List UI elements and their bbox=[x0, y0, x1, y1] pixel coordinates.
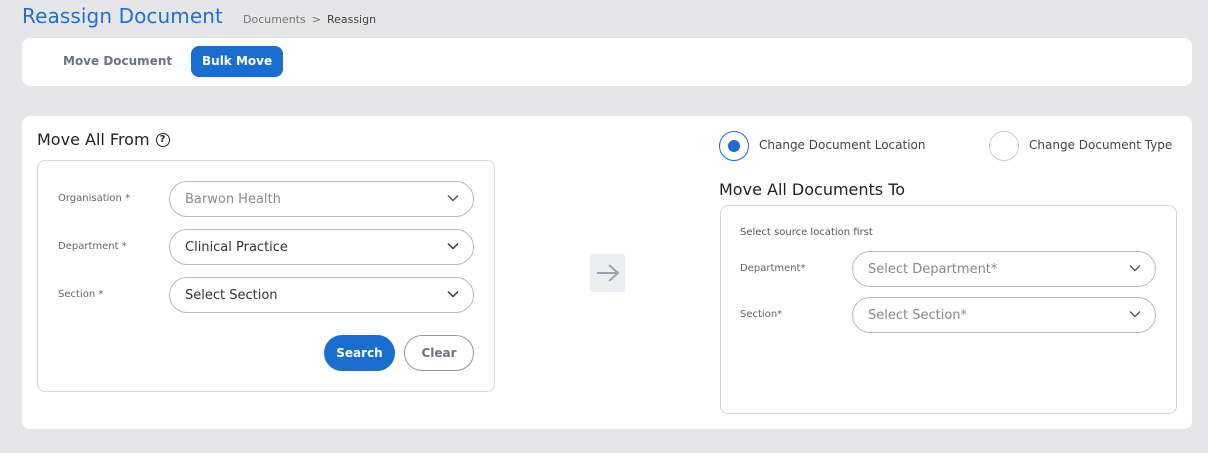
organisation-label: Organisation * bbox=[58, 193, 131, 204]
chevron-down-icon bbox=[1129, 311, 1141, 318]
radio-selected-dot bbox=[728, 140, 740, 152]
tab-bulk-move[interactable]: Bulk Move bbox=[191, 46, 284, 77]
question-circle-icon[interactable]: ? bbox=[155, 132, 170, 147]
source-location-form: Organisation * Barwon Health Department … bbox=[37, 160, 495, 392]
breadcrumb: Documents > Reassign bbox=[243, 13, 376, 26]
chevron-down-icon bbox=[447, 243, 459, 250]
department-label: Department * bbox=[58, 241, 127, 252]
move-all-from-heading: Move All From ? bbox=[37, 130, 170, 149]
organisation-select[interactable]: Barwon Health bbox=[169, 181, 474, 217]
section-label: Section * bbox=[58, 289, 104, 300]
section-placeholder: Select Section bbox=[185, 287, 278, 303]
page-header: Reassign Document Documents > Reassign bbox=[22, 4, 376, 30]
clear-button[interactable]: Clear bbox=[404, 335, 474, 371]
department-value: Clinical Practice bbox=[185, 239, 288, 255]
move-all-to-title: Move All Documents To bbox=[719, 180, 906, 199]
section-select[interactable]: Select Section bbox=[169, 277, 474, 313]
destination-department-placeholder: Select Department* bbox=[868, 261, 998, 277]
arrow-right-icon bbox=[590, 254, 625, 292]
tabs-bar: Move Document Bulk Move bbox=[22, 38, 1192, 86]
bulk-move-panel: Move All From ? Organisation * Barwon He… bbox=[22, 116, 1192, 429]
change-location-radio[interactable] bbox=[719, 131, 749, 161]
search-button[interactable]: Search bbox=[324, 335, 395, 371]
chevron-down-icon bbox=[447, 195, 459, 202]
change-type-label[interactable]: Change Document Type bbox=[1029, 138, 1172, 152]
page-title: Reassign Document bbox=[22, 4, 223, 28]
breadcrumb-separator: > bbox=[311, 13, 321, 26]
destination-section-select[interactable]: Select Section* bbox=[852, 297, 1156, 333]
change-location-label[interactable]: Change Document Location bbox=[759, 138, 926, 152]
destination-section-placeholder: Select Section* bbox=[868, 307, 968, 323]
destination-department-select[interactable]: Select Department* bbox=[852, 251, 1156, 287]
destination-hint: Select source location first bbox=[740, 227, 873, 238]
destination-section-label: Section* bbox=[740, 309, 783, 320]
chevron-down-icon bbox=[447, 291, 459, 298]
destination-department-label: Department* bbox=[740, 263, 806, 274]
arrow-right-glyph bbox=[596, 264, 620, 282]
tab-move-document[interactable]: Move Document bbox=[52, 46, 183, 77]
destination-location-form: Select source location first Department*… bbox=[720, 205, 1177, 414]
organisation-value: Barwon Health bbox=[185, 191, 281, 207]
breadcrumb-reassign: Reassign bbox=[326, 13, 377, 26]
department-select[interactable]: Clinical Practice bbox=[169, 229, 474, 265]
chevron-down-icon bbox=[1129, 265, 1141, 272]
change-type-radio[interactable] bbox=[989, 131, 1019, 161]
move-all-from-title: Move All From bbox=[37, 130, 150, 149]
breadcrumb-documents[interactable]: Documents bbox=[243, 13, 306, 26]
